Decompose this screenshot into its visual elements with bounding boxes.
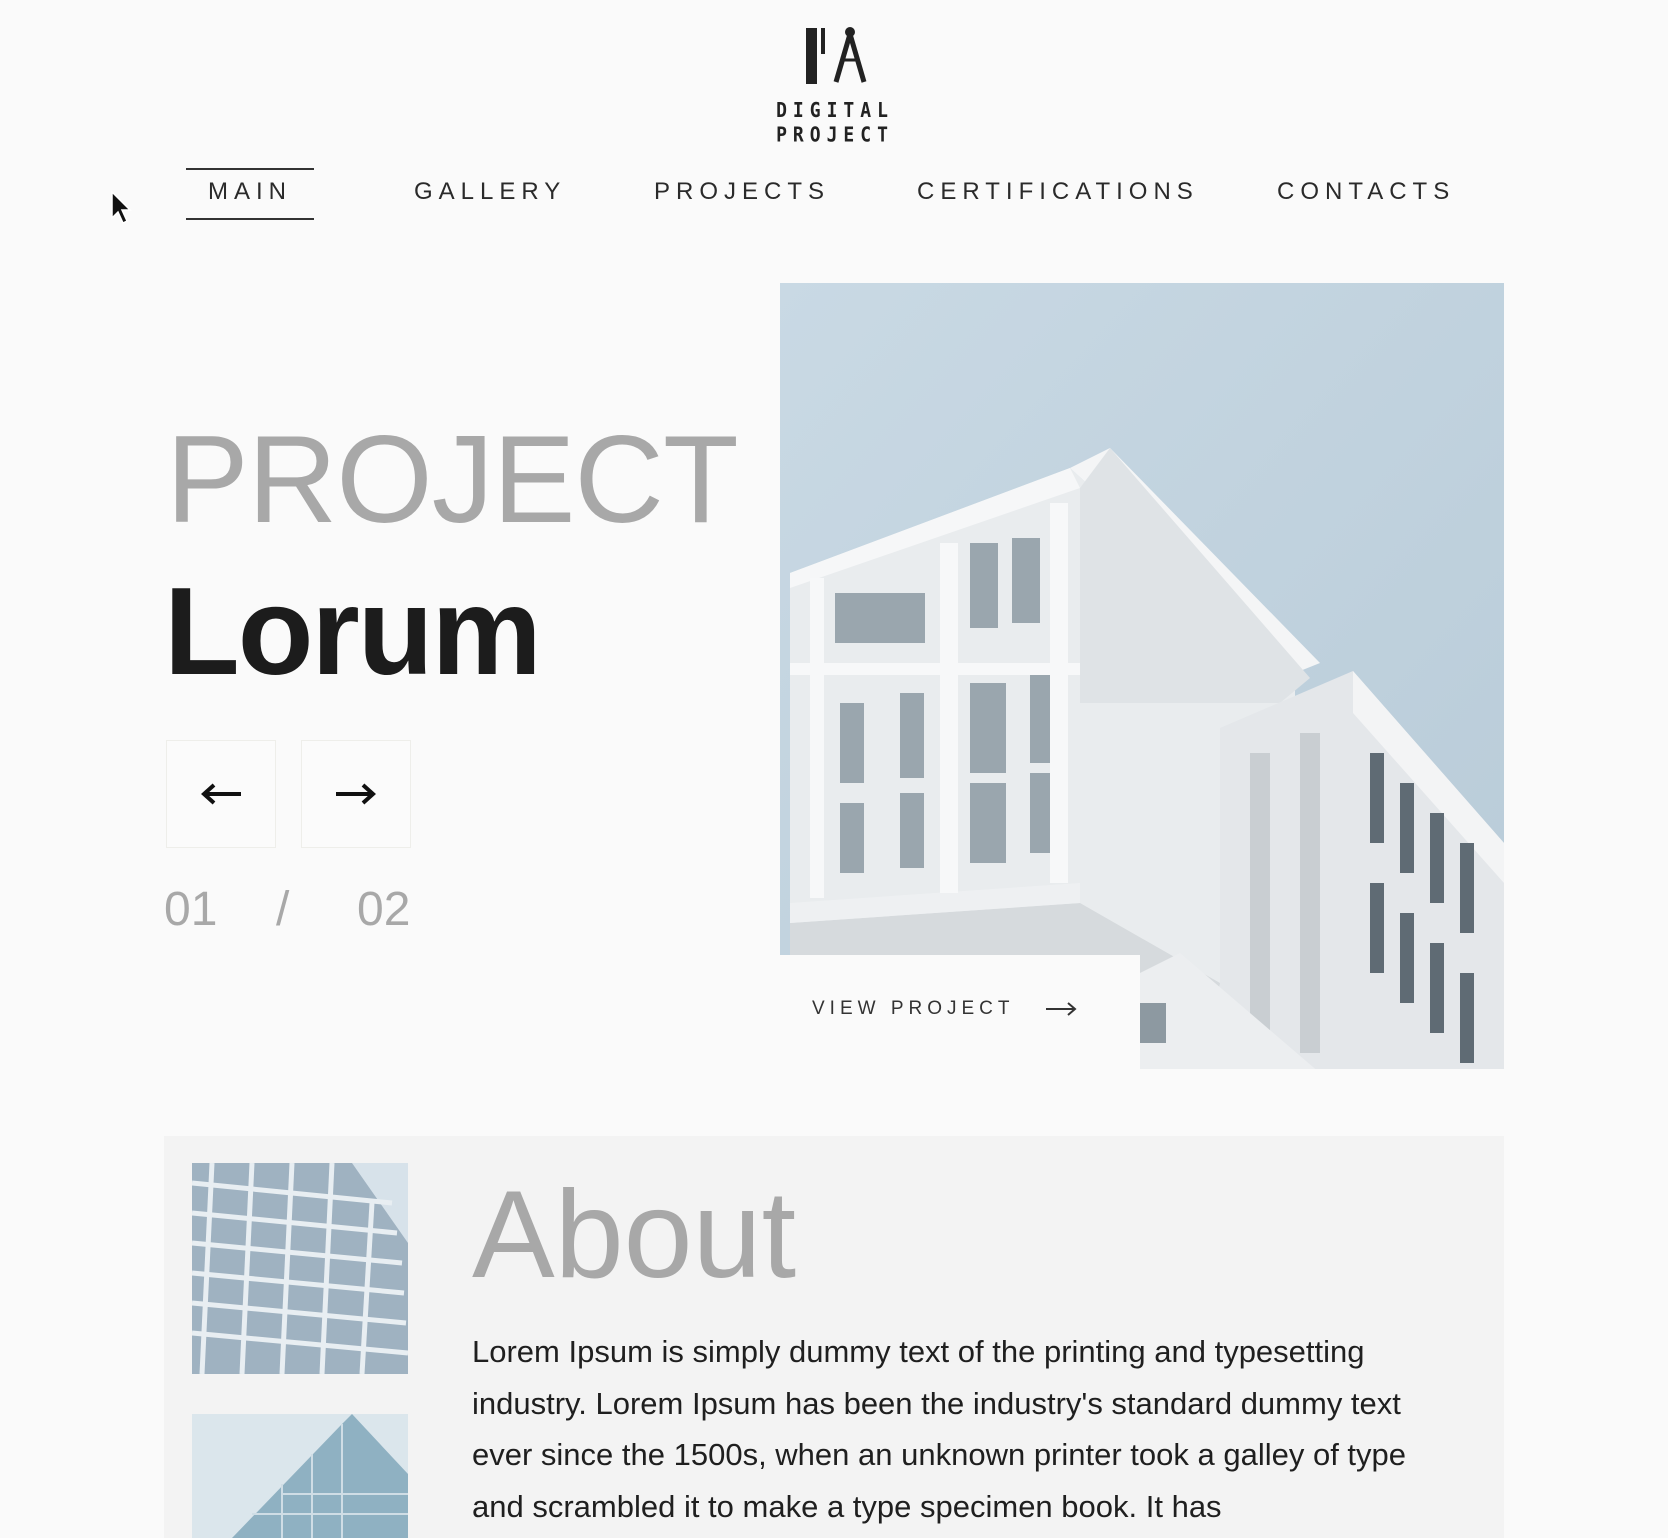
compass-logo-icon: [806, 27, 867, 84]
slide-counter-separator: /: [276, 883, 290, 936]
prev-slide-button[interactable]: [166, 740, 276, 848]
about-title: About: [472, 1166, 797, 1304]
long-arrow-right-icon: [1045, 1002, 1077, 1016]
slide-counter-total: 02: [357, 883, 411, 936]
hero-title: Lorum: [164, 563, 542, 701]
view-project-link[interactable]: VIEW PROJECT: [812, 998, 1077, 1020]
brand-name: DIGITAL PROJECT: [776, 98, 894, 148]
hero-kicker: PROJECT: [166, 411, 739, 549]
arrow-right-icon: [336, 783, 376, 805]
arrow-left-icon: [201, 783, 241, 805]
view-project-label: VIEW PROJECT: [812, 998, 1015, 1019]
nav-item-contacts[interactable]: CONTACTS: [1277, 168, 1455, 216]
slide-counter-current: 01: [164, 883, 218, 936]
nav-item-certifications[interactable]: CERTIFICATIONS: [917, 168, 1199, 216]
nav-item-gallery[interactable]: GALLERY: [414, 168, 566, 216]
about-thumb-facade: [192, 1163, 408, 1374]
about-text: Lorem Ipsum is simply dummy text of the …: [472, 1334, 1407, 1524]
hero-building-image: [780, 283, 1504, 1069]
logo[interactable]: DIGITAL PROJECT: [720, 22, 950, 148]
nav-item-projects[interactable]: PROJECTS: [654, 168, 830, 216]
next-slide-button[interactable]: [301, 740, 411, 848]
nav-item-main[interactable]: MAIN: [186, 168, 314, 220]
mouse-cursor-icon: [111, 190, 132, 225]
about-thumb-glass-tower: [192, 1414, 408, 1538]
